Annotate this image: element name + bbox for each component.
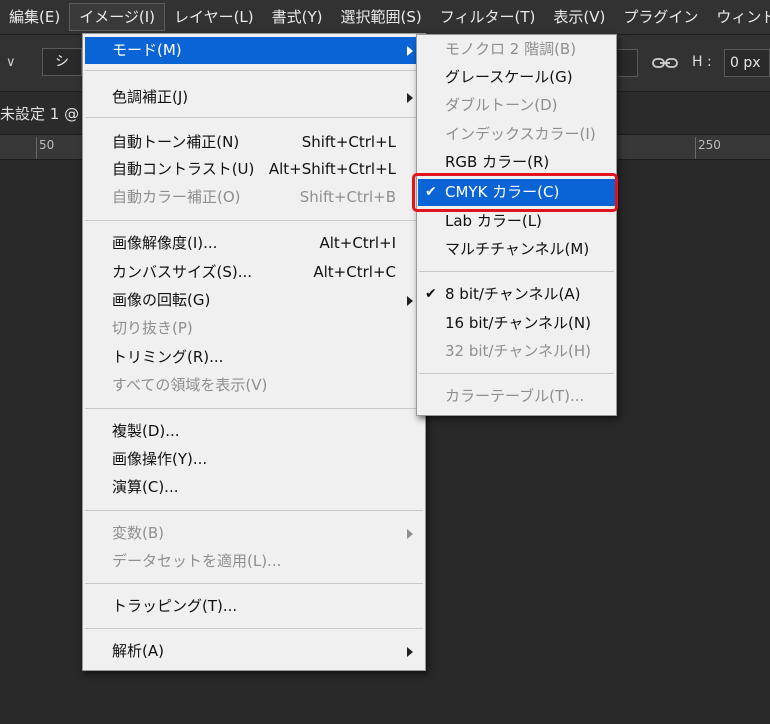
- ruler-label: 250: [698, 138, 721, 152]
- menu-window[interactable]: ウィンドウ: [707, 0, 770, 34]
- tool-preset-field[interactable]: シェ: [42, 48, 82, 76]
- checkmark-icon: ✔: [425, 184, 437, 200]
- menu-item-cmyk-color[interactable]: ✔ CMYK カラー(C): [418, 179, 615, 206]
- menu-separator: [85, 583, 423, 584]
- menu-separator: [85, 220, 423, 221]
- menu-item-adjustments[interactable]: 色調補正(J): [85, 84, 423, 111]
- menu-item-canvas-size[interactable]: カンバスサイズ(S)... Alt+Ctrl+C: [85, 259, 423, 286]
- menu-item-16bit[interactable]: 16 bit/チャンネル(N): [418, 310, 615, 337]
- menu-item-trim[interactable]: トリミング(R)...: [85, 344, 423, 371]
- menu-item-image-rotation[interactable]: 画像の回転(G): [85, 287, 423, 314]
- height-label: H :: [692, 54, 712, 70]
- menu-image[interactable]: イメージ(I): [69, 3, 166, 31]
- menu-item-auto-contrast[interactable]: 自動コントラスト(U) Alt+Shift+Ctrl+L: [85, 156, 423, 183]
- submenu-arrow-icon: [407, 296, 413, 306]
- chevron-down-icon[interactable]: ∨: [6, 55, 16, 70]
- menu-item-calculations[interactable]: 演算(C)...: [85, 474, 423, 501]
- menu-item-grayscale[interactable]: グレースケール(G): [418, 64, 615, 91]
- mode-submenu: モノクロ 2 階調(B) グレースケール(G) ダブルトーン(D) インデックス…: [416, 34, 617, 416]
- menu-item-mode[interactable]: モード(M): [85, 37, 423, 64]
- menu-view[interactable]: 表示(V): [544, 0, 614, 34]
- image-menu: モード(M) 色調補正(J) 自動トーン補正(N) Shift+Ctrl+L 自…: [82, 33, 426, 671]
- menu-separator: [85, 117, 423, 118]
- document-tab[interactable]: 未設定 1 @: [0, 103, 79, 124]
- submenu-arrow-icon: [407, 647, 413, 657]
- menu-item-multichannel[interactable]: マルチチャンネル(M): [418, 236, 615, 263]
- menu-item-rgb-color[interactable]: RGB カラー(R): [418, 149, 615, 176]
- menu-item-lab-color[interactable]: Lab カラー(L): [418, 208, 615, 235]
- menu-separator: [85, 70, 423, 71]
- menu-item-apply-image[interactable]: 画像操作(Y)...: [85, 446, 423, 473]
- menu-separator: [419, 373, 614, 374]
- menu-item-image-size[interactable]: 画像解像度(I)... Alt+Ctrl+I: [85, 230, 423, 257]
- menu-item-variables: 変数(B): [85, 520, 423, 547]
- submenu-arrow-icon: [407, 93, 413, 103]
- menu-separator: [85, 510, 423, 511]
- width-input[interactable]: [614, 49, 638, 77]
- submenu-arrow-icon: [407, 529, 413, 539]
- ruler-tick: [36, 137, 37, 159]
- menu-plugins[interactable]: プラグイン: [614, 0, 707, 34]
- submenu-arrow-icon: [407, 46, 413, 56]
- menu-separator: [85, 408, 423, 409]
- menu-separator: [85, 628, 423, 629]
- menu-item-trap[interactable]: トラッピング(T)...: [85, 593, 423, 620]
- menu-item-8bit[interactable]: ✔ 8 bit/チャンネル(A): [418, 281, 615, 308]
- ruler-label: 50: [39, 138, 55, 152]
- menu-select[interactable]: 選択範囲(S): [332, 0, 431, 34]
- menu-separator: [419, 271, 614, 272]
- menu-item-analysis[interactable]: 解析(A): [85, 638, 423, 665]
- menu-item-indexed-color: インデックスカラー(I): [445, 125, 596, 143]
- menu-item-bitmap: モノクロ 2 階調(B): [445, 40, 577, 58]
- menu-item-reveal-all: すべての領域を表示(V): [112, 376, 268, 394]
- menu-item-duplicate[interactable]: 複製(D)...: [85, 418, 423, 445]
- menu-bar: 編集(E) イメージ(I) レイヤー(L) 書式(Y) 選択範囲(S) フィルタ…: [0, 0, 770, 35]
- menu-item-auto-color: 自動カラー補正(O) Shift+Ctrl+B: [112, 188, 396, 206]
- menu-item-duotone: ダブルトーン(D): [445, 96, 558, 114]
- height-input[interactable]: 0 px: [724, 49, 770, 77]
- menu-item-auto-tone[interactable]: 自動トーン補正(N) Shift+Ctrl+L: [85, 129, 423, 156]
- menu-layer[interactable]: レイヤー(L): [165, 0, 263, 34]
- menu-edit[interactable]: 編集(E): [0, 0, 69, 34]
- checkmark-icon: ✔: [425, 286, 437, 302]
- menu-item-32bit: 32 bit/チャンネル(H): [445, 342, 592, 360]
- menu-filter[interactable]: フィルター(T): [431, 0, 545, 34]
- ruler-tick: [695, 137, 696, 159]
- menu-item-color-table: カラーテーブル(T)...: [445, 387, 585, 405]
- menu-type[interactable]: 書式(Y): [263, 0, 332, 34]
- link-icon[interactable]: [652, 54, 678, 72]
- menu-item-crop: 切り抜き(P): [112, 319, 193, 337]
- menu-item-apply-data-set: データセットを適用(L)...: [112, 552, 282, 570]
